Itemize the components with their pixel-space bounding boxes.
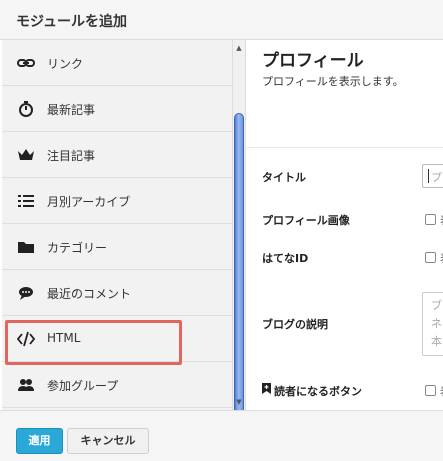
module-item-recent-comments[interactable]: 最近のコメント <box>2 270 232 316</box>
scroll-down-arrow-icon[interactable]: ▼ <box>233 396 245 408</box>
module-label: 月別アーカイブ <box>47 195 131 209</box>
title-input-placeholder: プ <box>431 171 442 184</box>
textarea-line: ブ <box>431 299 442 312</box>
list-icon <box>18 195 34 207</box>
title-field-label: タイトル <box>262 171 306 184</box>
dialog-header: モジュールを追加 <box>0 0 443 40</box>
link-icon <box>17 59 35 67</box>
scroll-up-arrow-icon[interactable]: ▲ <box>233 42 245 54</box>
dialog-footer: 適用 キャンセル <box>0 410 443 461</box>
textarea-line: 本 <box>431 335 442 348</box>
settings-title: プロフィール <box>262 51 364 71</box>
profile-image-label: プロフィール画像 <box>262 214 350 227</box>
module-item-recent-posts[interactable]: 最新記事 <box>2 86 232 132</box>
reader-button-checkbox[interactable] <box>425 385 436 396</box>
module-item-link[interactable]: リンク <box>2 40 232 86</box>
crown-icon <box>18 149 34 160</box>
module-item-featured-posts[interactable]: 注目記事 <box>2 132 232 178</box>
module-settings-panel: プロフィール プロフィールを表示します。 タイトル プ プロフィール画像 表 は… <box>247 40 443 410</box>
textarea-line: ネ <box>431 317 442 330</box>
module-item-joined-groups[interactable]: 参加グループ <box>2 362 232 408</box>
title-input[interactable]: プ <box>422 164 443 188</box>
hatena-id-label: はてなID <box>262 252 309 265</box>
blog-description-label: ブログの説明 <box>262 318 328 331</box>
apply-button[interactable]: 適用 <box>16 428 63 454</box>
blog-description-textarea[interactable]: ブ ネ 本 <box>422 292 443 356</box>
text-cursor <box>428 169 429 183</box>
scroll-thumb[interactable] <box>234 113 244 416</box>
settings-description: プロフィールを表示します。 <box>262 75 404 88</box>
reader-button-label: 読者になるボタン <box>274 385 362 398</box>
module-list-scrollbar[interactable]: ▲ ▼ <box>232 40 246 416</box>
bookmark-plus-icon <box>262 383 271 394</box>
divider <box>247 147 443 148</box>
module-label: リンク <box>47 57 84 71</box>
cancel-button[interactable]: キャンセル <box>67 428 149 454</box>
folder-icon <box>18 242 34 253</box>
stopwatch-icon <box>19 101 33 117</box>
module-item-monthly-archive[interactable]: 月別アーカイブ <box>2 178 232 224</box>
dialog-title: モジュールを追加 <box>16 14 128 30</box>
comment-icon <box>19 287 33 300</box>
module-item-category[interactable]: カテゴリー <box>2 224 232 270</box>
group-icon <box>18 379 34 391</box>
hatena-id-checkbox[interactable] <box>425 252 436 263</box>
profile-image-checkbox[interactable] <box>425 214 436 225</box>
module-label: カテゴリー <box>47 241 108 255</box>
add-module-dialog: モジュールを追加 リンク 最新記事 注目記事 月別アーカイブ カテゴリー 最近の… <box>0 0 443 461</box>
module-label: 最新記事 <box>47 103 96 117</box>
module-label: 最近のコメント <box>47 287 132 301</box>
module-label: 参加グループ <box>47 379 119 393</box>
html-highlight-box <box>5 320 182 365</box>
module-label: 注目記事 <box>47 149 96 163</box>
